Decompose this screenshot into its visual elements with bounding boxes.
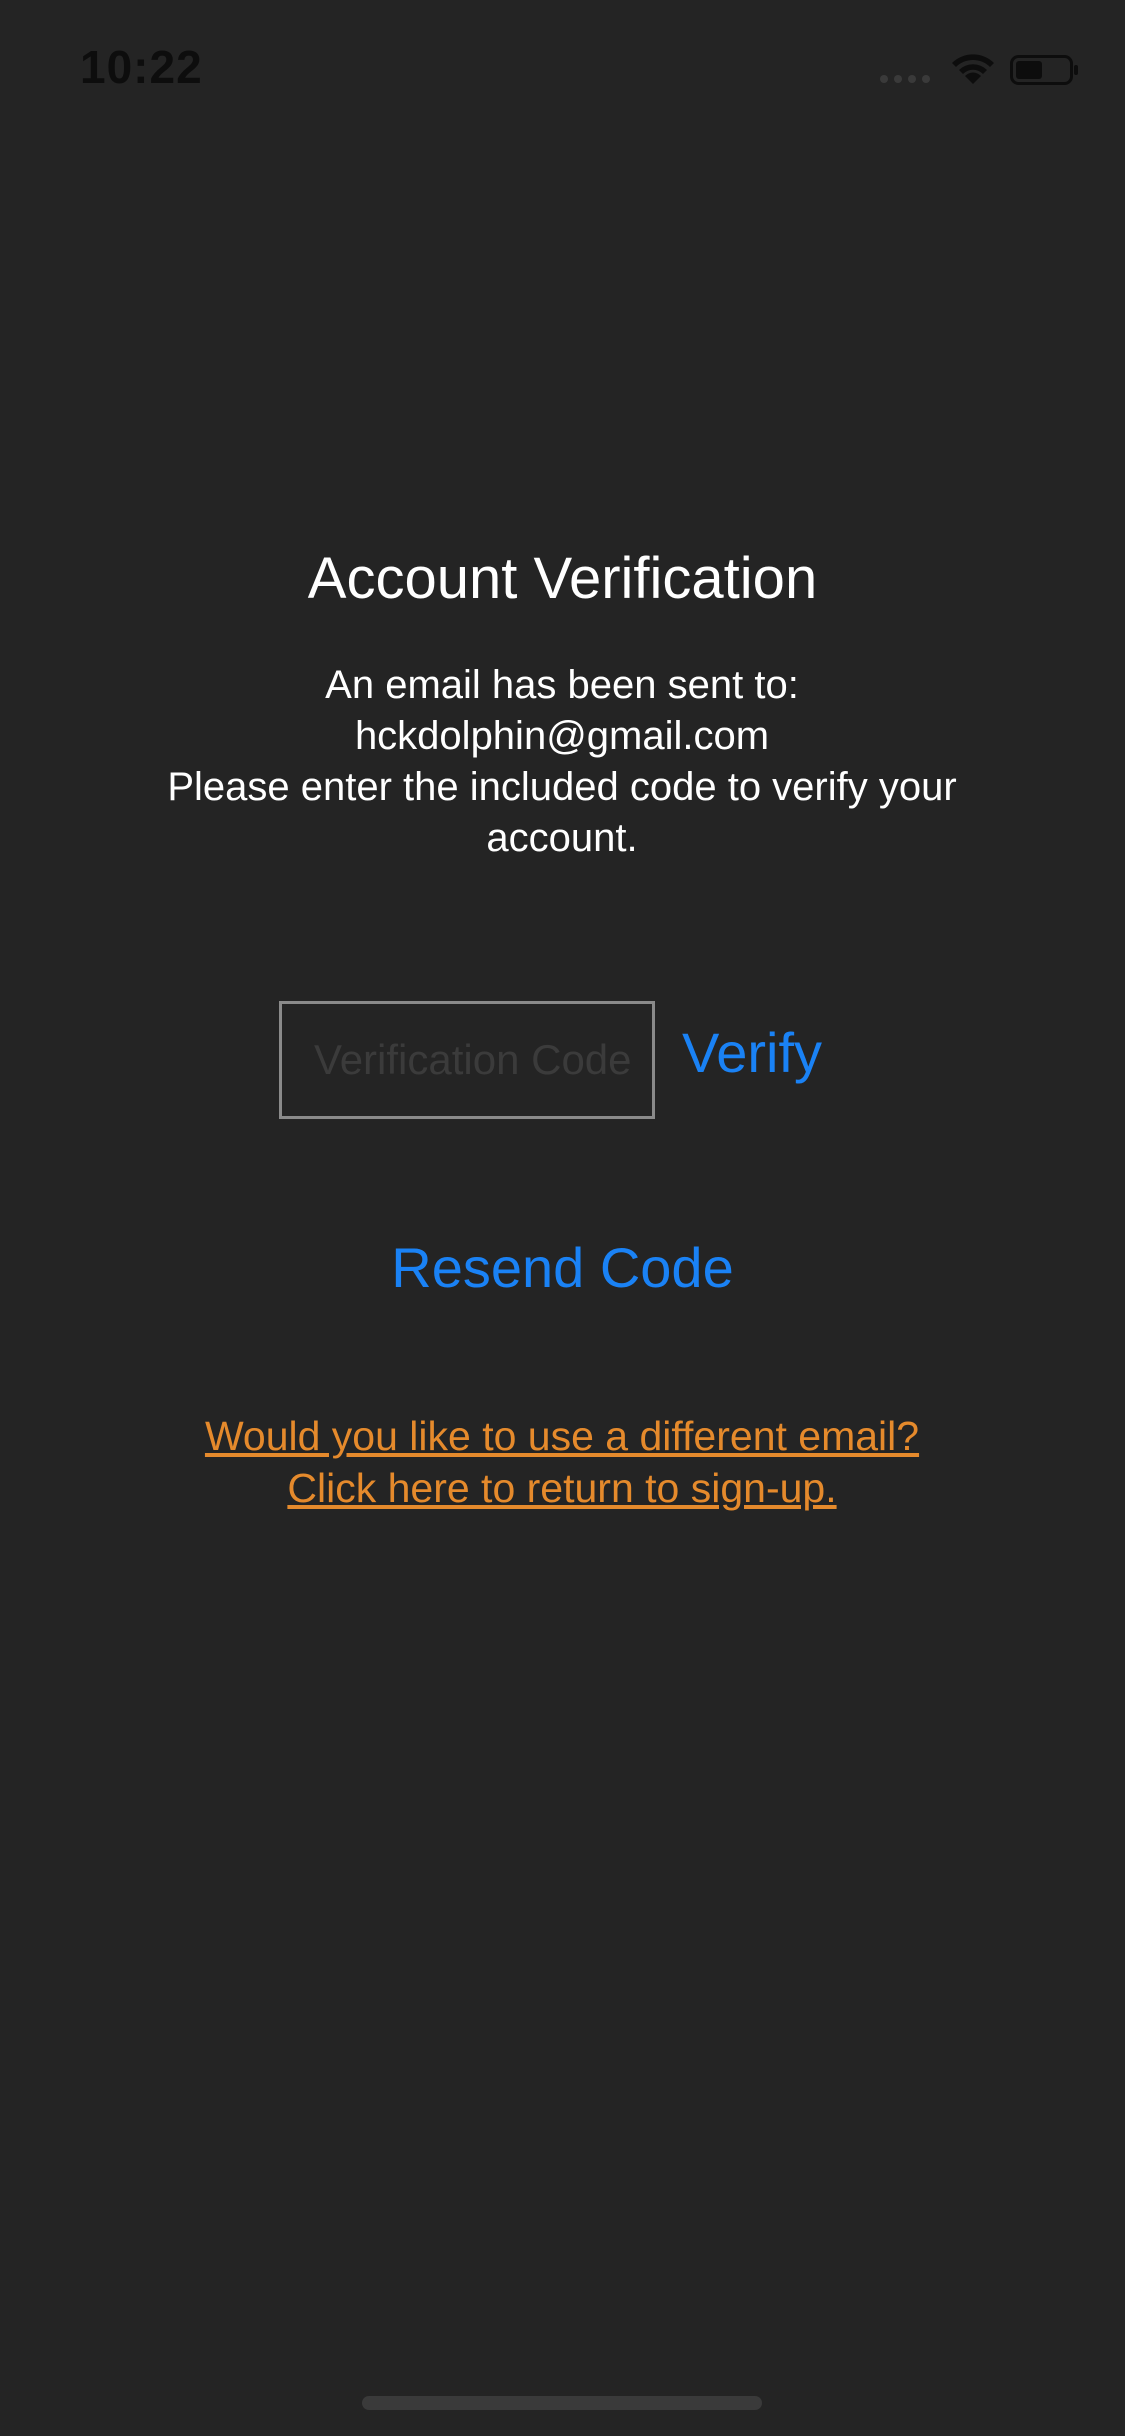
return-to-signup-link[interactable]: Would you like to use a different email?… xyxy=(112,1410,1012,1514)
status-time: 10:22 xyxy=(80,41,203,93)
verification-code-input[interactable] xyxy=(279,1001,655,1119)
message-line: An email has been sent to: xyxy=(325,663,799,707)
email-address: hckdolphin@gmail.com xyxy=(354,714,770,758)
message-line: Please enter the included code to verify… xyxy=(167,765,957,809)
signup-link-line: Click here to return to sign-up. xyxy=(287,1465,837,1511)
cellular-signal-icon xyxy=(880,75,930,83)
resend-code-button[interactable]: Resend Code xyxy=(0,1235,1125,1300)
signup-link-line: Would you like to use a different email? xyxy=(204,1413,920,1459)
verify-button[interactable]: Verify xyxy=(682,1020,822,1085)
page-title: Account Verification xyxy=(307,546,818,611)
status-bar: 10:22 xyxy=(0,0,1125,140)
message-line: account. xyxy=(486,816,638,860)
wifi-icon xyxy=(952,54,994,84)
verification-message: An email has been sent to: hckdolphin@gm… xyxy=(112,660,1012,864)
battery-icon xyxy=(1010,55,1078,85)
home-indicator[interactable] xyxy=(362,2396,762,2410)
